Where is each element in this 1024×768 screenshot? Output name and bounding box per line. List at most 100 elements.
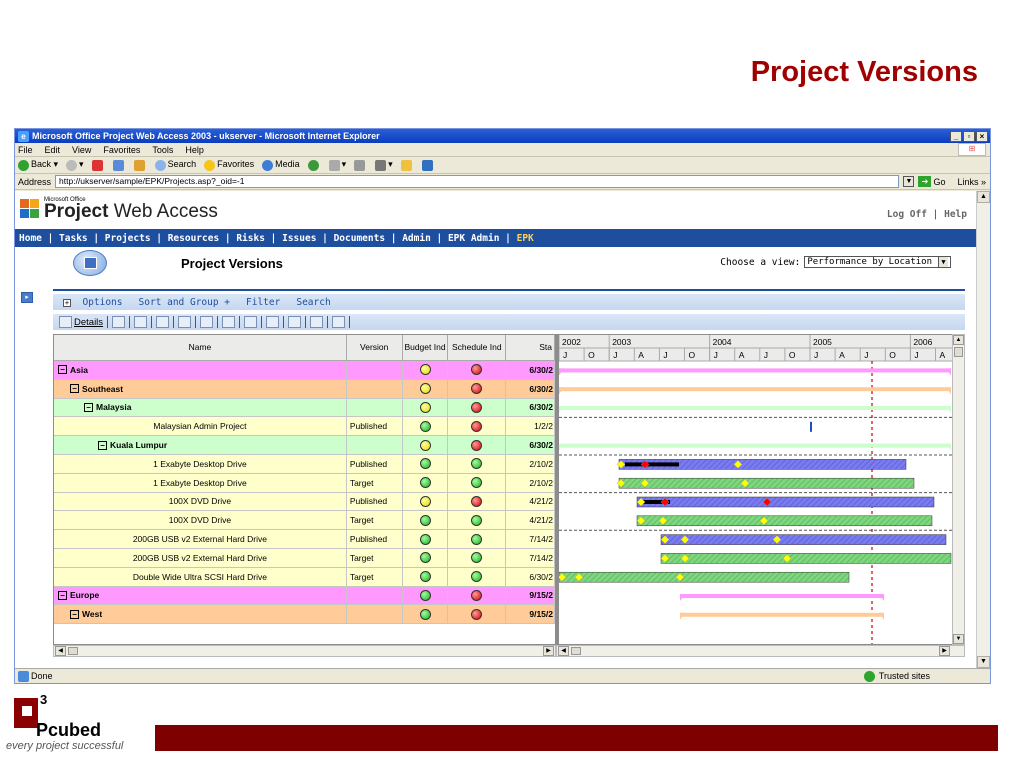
view-select[interactable]: Performance by Location ▼ <box>804 256 951 268</box>
excel-icon[interactable] <box>288 316 302 328</box>
table-row[interactable]: 100X DVD Drive Published 4/21/2 <box>54 492 555 512</box>
gantt-horizontal-scrollbar[interactable]: ◀ ▶ <box>556 645 965 657</box>
minimize-button[interactable]: _ <box>950 130 962 142</box>
collapse-icon[interactable]: − <box>84 402 93 412</box>
page-vertical-scrollbar[interactable]: ▲ ▼ <box>976 191 990 668</box>
gantt-vertical-scrollbar[interactable]: ▲ ▼ <box>952 334 965 645</box>
nav-epk-current[interactable]: EPK <box>517 233 534 244</box>
table-row[interactable]: Double Wide Ultra SCSI Hard Drive Target 6… <box>54 567 555 587</box>
collapse-icon[interactable] <box>156 316 170 328</box>
image-icon[interactable] <box>310 316 324 328</box>
table-row[interactable]: − Kuala Lumpur 6/30/2 <box>54 436 555 455</box>
collapse-icon[interactable]: − <box>58 365 67 375</box>
scroll-right-icon[interactable]: ▶ <box>939 646 950 656</box>
zoom-icon[interactable] <box>266 316 280 328</box>
expand-pane-button[interactable]: ▸ <box>21 292 33 303</box>
red-status-icon <box>471 401 483 413</box>
row-version: Published <box>347 417 403 436</box>
address-input[interactable]: http://ukserver/sample/EPK/Projects.asp?… <box>55 175 900 188</box>
collapse-icon[interactable]: − <box>70 609 79 619</box>
header-budget[interactable]: Budget Ind <box>403 335 449 360</box>
table-row[interactable]: 200GB USB v2 External Hard Drive Publishe… <box>54 530 555 549</box>
scroll-thumb[interactable] <box>954 347 963 357</box>
pcubed-brand: Pcubed <box>36 720 102 740</box>
edit-icon[interactable] <box>112 316 126 328</box>
grid-horizontal-scrollbar[interactable]: ◀ ▶ <box>53 645 556 657</box>
messenger-button[interactable] <box>421 159 435 171</box>
close-button[interactable]: × <box>976 130 988 142</box>
back-button[interactable]: Back ▾ <box>18 159 58 171</box>
calendar-icon[interactable] <box>244 316 258 328</box>
forward-button[interactable]: ▾ <box>66 159 84 171</box>
scroll-left-icon[interactable]: ◀ <box>558 646 569 656</box>
stop-button[interactable] <box>91 159 105 171</box>
menu-favorites[interactable]: Favorites <box>103 145 140 155</box>
row-name: 200GB USB v2 External Hard Drive <box>54 530 347 548</box>
menu-view[interactable]: View <box>72 145 91 155</box>
scroll-thumb[interactable] <box>571 647 581 655</box>
edit-button[interactable]: ▾ <box>375 159 393 171</box>
header-version[interactable]: Version <box>347 335 403 360</box>
table-row[interactable]: 1 Exabyte Desktop Drive Published 2/10/2 <box>54 454 555 474</box>
logoff-help-links[interactable]: Log Off | Help <box>887 209 967 220</box>
footer-bar <box>155 725 998 751</box>
row-start: 6/30/2 <box>506 436 555 454</box>
row-budget-indicator <box>403 492 449 511</box>
sort-group-link[interactable]: Sort and Group + <box>139 297 231 308</box>
scroll-up-icon[interactable]: ▲ <box>977 191 990 203</box>
scroll-right-icon[interactable]: ▶ <box>543 646 554 656</box>
table-row[interactable]: − Malaysia 6/30/2 <box>54 398 555 418</box>
refresh-button[interactable] <box>112 159 126 171</box>
table-row[interactable]: − Europe 9/15/2 <box>54 586 555 606</box>
scroll-up-icon[interactable]: ▲ <box>953 335 964 345</box>
collapse-icon[interactable]: − <box>58 590 67 600</box>
table-row[interactable]: 100X DVD Drive Target 4/21/2 <box>54 511 555 531</box>
header-name[interactable]: Name <box>54 335 347 360</box>
search-link[interactable]: Search <box>296 297 330 308</box>
folder-button[interactable] <box>400 159 414 171</box>
row-name: − West <box>54 605 347 624</box>
menu-help[interactable]: Help <box>185 145 204 155</box>
print-icon[interactable] <box>332 316 346 328</box>
links-button[interactable]: Links » <box>957 177 986 187</box>
table-row[interactable]: − West 9/15/2 <box>54 605 555 625</box>
scroll-left-icon[interactable]: ◀ <box>55 646 66 656</box>
nav-links[interactable]: Home | Tasks | Projects | Resources | Ri… <box>19 233 517 244</box>
link-icon[interactable] <box>222 316 236 328</box>
group-icon[interactable] <box>178 316 192 328</box>
collapse-icon[interactable]: − <box>98 440 107 450</box>
media-button[interactable]: Media <box>262 159 300 171</box>
table-row[interactable]: Malaysian Admin Project Published 1/2/2 <box>54 417 555 437</box>
mail-button[interactable]: ▾ <box>328 159 346 171</box>
menu-tools[interactable]: Tools <box>152 145 173 155</box>
columns-icon[interactable] <box>134 316 148 328</box>
options-link[interactable]: + Options <box>63 297 123 308</box>
print-button[interactable] <box>354 159 367 171</box>
project-grid: Name Version Budget Ind Schedule Ind Sta… <box>53 334 556 645</box>
menu-edit[interactable]: Edit <box>45 145 61 155</box>
table-row[interactable]: 1 Exabyte Desktop Drive Target 2/10/2 <box>54 473 555 493</box>
scroll-thumb[interactable] <box>68 647 78 655</box>
maximize-button[interactable]: ▫ <box>963 130 975 142</box>
row-name: Malaysian Admin Project <box>54 417 347 436</box>
table-row[interactable]: − Asia 6/30/2 <box>54 361 555 380</box>
favorites-button[interactable]: Favorites <box>204 159 254 171</box>
go-button[interactable]: ➔ Go <box>918 176 945 187</box>
filter-link[interactable]: Filter <box>246 297 280 308</box>
home-button[interactable] <box>133 159 147 171</box>
header-start[interactable]: Sta <box>506 335 555 360</box>
menu-file[interactable]: File <box>18 145 33 155</box>
address-dropdown[interactable]: ▼ <box>903 176 915 187</box>
table-row[interactable]: − Southeast 6/30/2 <box>54 379 555 399</box>
table-row[interactable]: 200GB USB v2 External Hard Drive Target 7/… <box>54 548 555 568</box>
wand-icon[interactable] <box>200 316 214 328</box>
history-button[interactable] <box>307 159 321 171</box>
search-button[interactable]: Search <box>154 159 196 171</box>
grid-header: Name Version Budget Ind Schedule Ind Sta <box>54 335 555 361</box>
collapse-icon[interactable]: − <box>70 384 79 394</box>
details-button[interactable]: Details <box>59 316 103 328</box>
scroll-down-icon[interactable]: ▼ <box>953 634 964 644</box>
scroll-down-icon[interactable]: ▼ <box>977 656 990 668</box>
quarter-label: J <box>714 350 718 360</box>
header-schedule[interactable]: Schedule Ind <box>448 335 507 360</box>
